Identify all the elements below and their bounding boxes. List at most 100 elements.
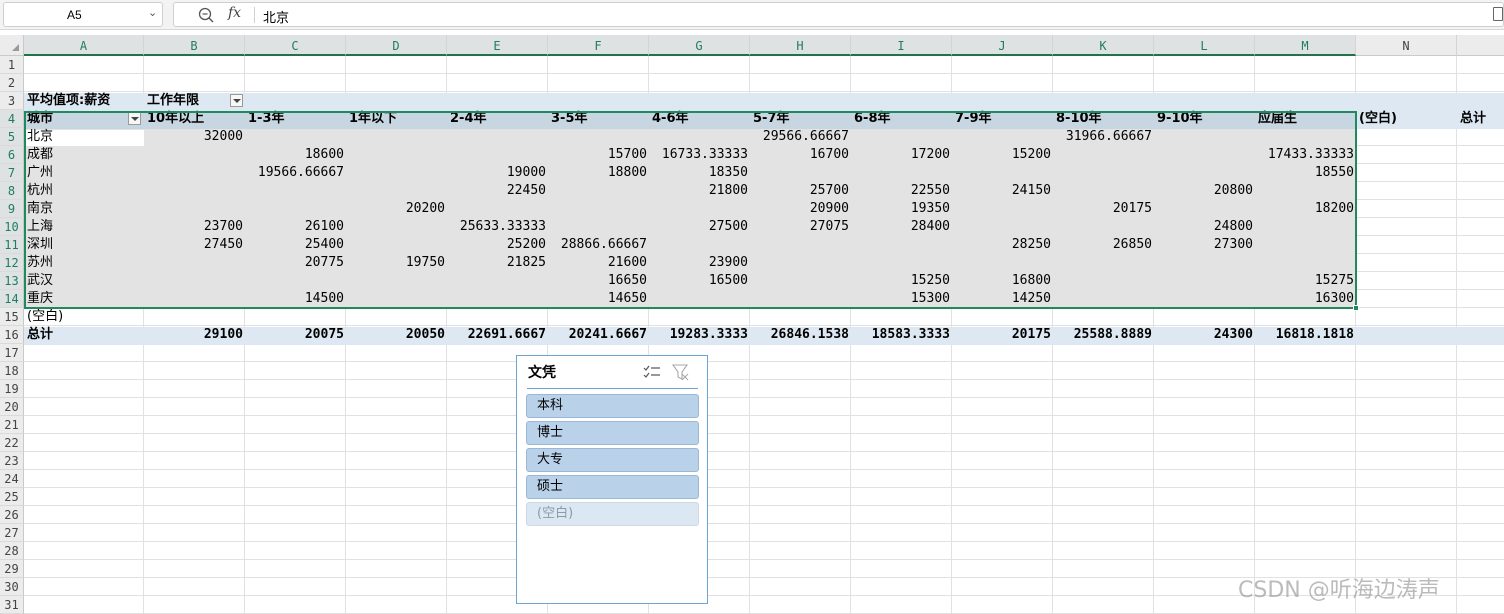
pivot-total-cell[interactable]: 19283.3333: [649, 326, 748, 344]
row-gridline: [24, 379, 1504, 380]
row-header-21[interactable]: 21: [0, 416, 24, 434]
row-gridline: [24, 541, 1504, 542]
slicer-item[interactable]: 硕士: [526, 475, 699, 499]
function-icon[interactable]: fx: [228, 5, 241, 21]
row-header-4[interactable]: 4: [0, 110, 24, 128]
row-header-13[interactable]: 13: [0, 272, 24, 290]
pivot-total-cell[interactable]: 20075: [245, 326, 344, 344]
row-header-3[interactable]: 3: [0, 92, 24, 110]
slicer-divider: [527, 388, 698, 389]
row-header-2[interactable]: 2: [0, 74, 24, 92]
sheet-grid[interactable]: ABCDEFGHIJKLMNO 123456789101112131415161…: [0, 35, 1504, 614]
pivot-total-cell[interactable]: 24300: [1154, 326, 1253, 344]
formula-separator: [254, 7, 255, 23]
pivot-column-header[interactable]: 总计: [1460, 110, 1504, 128]
row-header-29[interactable]: 29: [0, 560, 24, 578]
column-header-m[interactable]: M: [1255, 35, 1356, 56]
row-header-10[interactable]: 10: [0, 218, 24, 236]
slicer-item[interactable]: 大专: [526, 448, 699, 472]
pivot-column-header[interactable]: (空白): [1359, 110, 1457, 128]
pivot-total-cell[interactable]: 20241.6667: [548, 326, 647, 344]
column-header-e[interactable]: E: [447, 35, 548, 56]
pivot-value-cell[interactable]: 27466: [1457, 236, 1504, 254]
row-header-18[interactable]: 18: [0, 362, 24, 380]
pivot-total-cell[interactable]: 25588.8889: [1053, 326, 1152, 344]
pivot-total-cell[interactable]: 21539: [1457, 326, 1504, 344]
expand-formula-icon[interactable]: [1493, 7, 1503, 21]
pivot-total-cell[interactable]: 29100: [144, 326, 243, 344]
pivot-value-cell[interactable]: 18908: [1457, 164, 1504, 182]
pivot-total-cell[interactable]: 18583.3333: [851, 326, 950, 344]
pivot-value-cell[interactable]: 26308: [1457, 218, 1504, 236]
slicer-title: 文凭: [528, 365, 556, 381]
row-header-12[interactable]: 12: [0, 254, 24, 272]
row-header-23[interactable]: 23: [0, 452, 24, 470]
row-header-11[interactable]: 11: [0, 236, 24, 254]
pivot-total-cell[interactable]: 22691.6667: [447, 326, 546, 344]
row-header-6[interactable]: 6: [0, 146, 24, 164]
column-header-n[interactable]: N: [1356, 35, 1457, 56]
pivot-value-cell[interactable]: 14791: [1457, 290, 1504, 308]
slicer-panel[interactable]: 文凭 本科博士大专硕士 (空白): [516, 355, 708, 604]
row-header-28[interactable]: 28: [0, 542, 24, 560]
row-header-19[interactable]: 19: [0, 380, 24, 398]
name-box[interactable]: A5 ⌄: [3, 2, 163, 27]
row-header-17[interactable]: 17: [0, 344, 24, 362]
fill-handle[interactable]: [1353, 305, 1359, 311]
pivot-total-cell[interactable]: 16818.1818: [1255, 326, 1354, 344]
column-header-l[interactable]: L: [1154, 35, 1255, 56]
slicer-item[interactable]: 本科: [526, 394, 699, 418]
row-header-7[interactable]: 7: [0, 164, 24, 182]
pivot-value-cell[interactable]: 21283: [1457, 254, 1504, 272]
row-header-30[interactable]: 30: [0, 578, 24, 596]
row-gridline: [24, 559, 1504, 560]
multi-select-icon[interactable]: [643, 364, 661, 380]
pivot-value-cell[interactable]: 15933: [1457, 272, 1504, 290]
row-gridline: [24, 433, 1504, 434]
column-header-g[interactable]: G: [649, 35, 750, 56]
row-header-24[interactable]: 24: [0, 470, 24, 488]
row-gridline: [24, 469, 1504, 470]
pivot-value-row-band: [24, 93, 1504, 111]
column-header-h[interactable]: H: [750, 35, 851, 56]
column-header-d[interactable]: D: [346, 35, 447, 56]
row-header-5[interactable]: 5: [0, 128, 24, 146]
column-header-f[interactable]: F: [548, 35, 649, 56]
row-header-16[interactable]: 16: [0, 326, 24, 344]
chevron-down-icon[interactable]: ⌄: [148, 6, 157, 19]
formula-value[interactable]: 北京: [263, 7, 289, 26]
select-all-corner[interactable]: [0, 35, 24, 56]
clear-filter-icon[interactable]: [671, 363, 689, 381]
row-header-27[interactable]: 27: [0, 524, 24, 542]
pivot-total-cell[interactable]: 20050: [346, 326, 445, 344]
column-field-filter-button[interactable]: [230, 94, 243, 107]
column-header-k[interactable]: K: [1053, 35, 1154, 56]
pivot-value-cell[interactable]: 19941: [1457, 200, 1504, 218]
column-header-i[interactable]: I: [851, 35, 952, 56]
row-header-22[interactable]: 22: [0, 434, 24, 452]
pivot-value-cell[interactable]: 23058: [1457, 182, 1504, 200]
column-header-b[interactable]: B: [144, 35, 245, 56]
row-header-8[interactable]: 8: [0, 182, 24, 200]
pivot-blank-row-label[interactable]: (空白): [27, 308, 144, 326]
row-header-20[interactable]: 20: [0, 398, 24, 416]
row-header-1[interactable]: 1: [0, 56, 24, 74]
formula-input[interactable]: fx 北京: [173, 2, 1504, 27]
column-header-a[interactable]: A: [24, 35, 144, 56]
slicer-item[interactable]: 博士: [526, 421, 699, 445]
pivot-total-cell[interactable]: 20175: [952, 326, 1051, 344]
column-header-j[interactable]: J: [952, 35, 1053, 56]
column-header-o[interactable]: O: [1457, 35, 1504, 56]
row-header-15[interactable]: 15: [0, 308, 24, 326]
pivot-value-label[interactable]: 平均值项:薪资: [27, 92, 154, 110]
pivot-total-label[interactable]: 总计: [27, 326, 144, 344]
slicer-item[interactable]: (空白): [526, 502, 699, 526]
row-header-25[interactable]: 25: [0, 488, 24, 506]
row-header-9[interactable]: 9: [0, 200, 24, 218]
pivot-total-cell[interactable]: 26846.1538: [750, 326, 849, 344]
row-header-26[interactable]: 26: [0, 506, 24, 524]
zoom-icon[interactable]: [196, 5, 216, 25]
column-header-c[interactable]: C: [245, 35, 346, 56]
row-header-31[interactable]: 31: [0, 596, 24, 614]
row-header-14[interactable]: 14: [0, 290, 24, 308]
